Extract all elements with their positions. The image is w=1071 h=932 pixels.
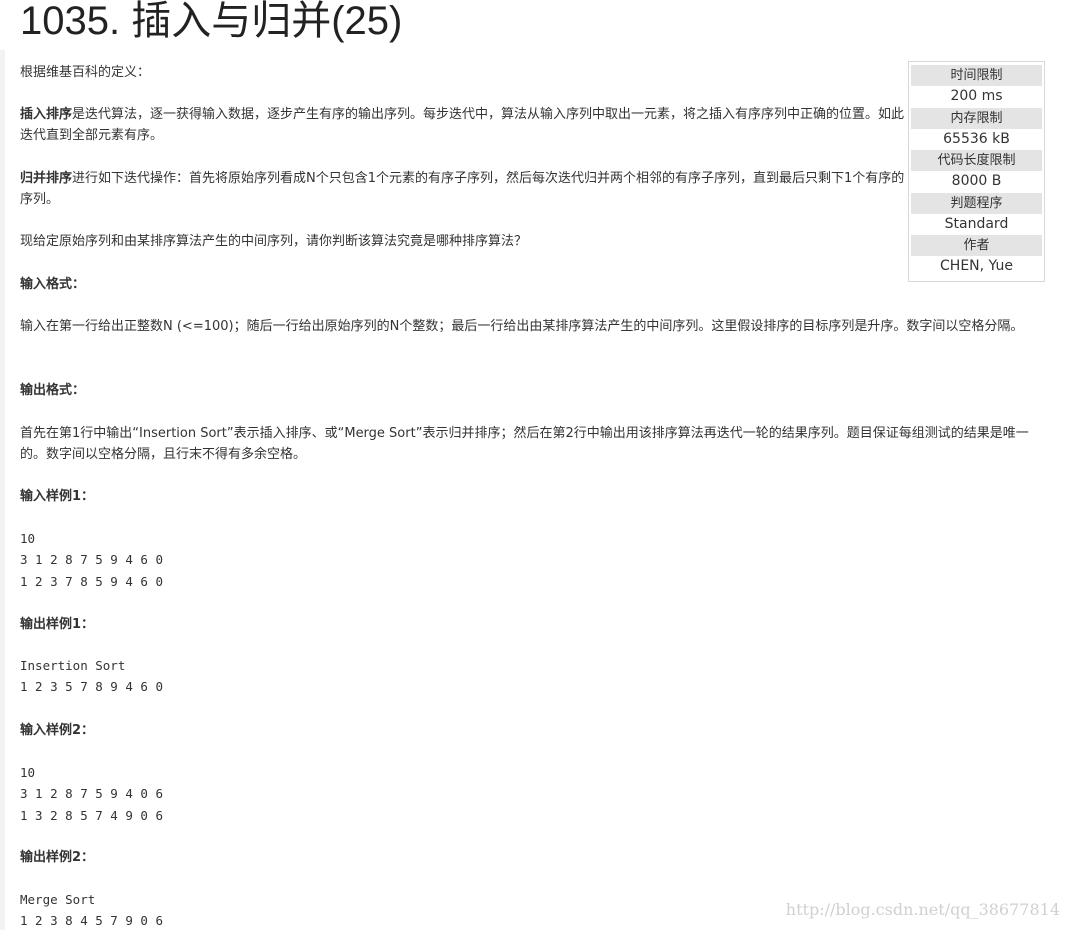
code-line: 3 1 2 8 7 5 9 4 6 0 — [20, 552, 163, 568]
input-format-heading: 输入格式： — [20, 277, 86, 292]
insertion-sort-description: 是迭代算法，逐一获得输入数据，逐步产生有序的输出序列。每步迭代中，算法从输入序列… — [20, 107, 905, 143]
memory-limit-label: 内存限制 — [911, 107, 1042, 129]
input-format-text: 输入在第一行给出正整数N (<=100)；随后一行给出原始序列的N个整数；最后一… — [20, 319, 1024, 334]
judge-value: Standard — [944, 215, 1009, 232]
merge-sort-description: 进行如下迭代操作：首先将原始序列看成N个只包含1个元素的有序子序列，然后每次迭代… — [20, 171, 905, 207]
sample-output-2-heading: 输出样例2： — [20, 850, 95, 865]
merge-sort-term: 归并排序 — [20, 171, 73, 186]
memory-limit-value: 65536 kB — [943, 130, 1010, 147]
page-title: 1035. 插入与归并(25) — [20, 0, 403, 43]
sample-input-1: 10 3 1 2 8 7 5 9 4 6 0 1 2 3 7 8 5 9 4 6 0 — [20, 528, 163, 592]
code-line: 1 2 3 5 7 8 9 4 6 0 — [20, 679, 163, 695]
code-line: 1 3 2 8 5 7 4 9 0 6 — [20, 807, 163, 823]
code-line: Merge Sort — [20, 892, 96, 907]
task-text: 现给定原始序列和由某排序算法产生的中间序列，请你判断该算法究竟是哪种排序算法？ — [20, 234, 528, 249]
code-line: Insertion Sort — [20, 658, 126, 673]
sample-output-2: Merge Sort 1 2 3 8 4 5 7 9 0 6 — [20, 889, 163, 932]
sample-output-1: Insertion Sort 1 2 3 5 7 8 9 4 6 0 — [20, 655, 163, 698]
insertion-sort-term: 插入排序 — [20, 107, 73, 122]
left-border — [0, 50, 5, 930]
time-limit-value: 200 ms — [950, 88, 1003, 104]
code-line: 10 — [20, 531, 36, 546]
sample-output-1-heading: 输出样例1： — [20, 617, 95, 632]
merge-sort-definition: 归并排序进行如下迭代操作：首先将原始序列看成N个只包含1个元素的有序子序列，然后… — [20, 168, 908, 210]
code-line: 1 2 3 8 4 5 7 9 0 6 — [20, 913, 163, 929]
sample-input-2-heading: 输入样例2： — [20, 723, 95, 738]
code-length-value: 8000 B — [951, 173, 1002, 190]
watermark: http://blog.csdn.net/qq_38677814 — [785, 900, 1060, 919]
time-limit-label: 时间限制 — [911, 65, 1042, 86]
author-label: 作者 — [911, 235, 1042, 257]
output-format-heading: 输出格式： — [20, 383, 86, 398]
insertion-sort-definition: 插入排序是迭代算法，逐一获得输入数据，逐步产生有序的输出序列。每步迭代中，算法从… — [20, 104, 910, 146]
sample-input-1-heading: 输入样例1： — [20, 489, 95, 504]
judge-label: 判题程序 — [911, 192, 1042, 214]
output-format-text: 首先在第1行中输出“Insertion Sort”表示插入排序、或“Merge … — [20, 426, 1029, 462]
sample-input-2: 10 3 1 2 8 7 5 9 4 0 6 1 3 2 8 5 7 4 9 0 6 — [20, 762, 163, 826]
code-length-label: 代码长度限制 — [911, 150, 1042, 172]
intro-text: 根据维基百科的定义： — [20, 65, 151, 80]
code-line: 1 2 3 7 8 5 9 4 6 0 — [20, 573, 163, 589]
code-line: 10 — [20, 765, 36, 780]
author-value: CHEN, Yue — [940, 258, 1013, 275]
code-line: 3 1 2 8 7 5 9 4 0 6 — [20, 786, 163, 802]
problem-info-table: 时间限制 200 ms 内存限制 65536 kB 代码长度限制 8000 B … — [908, 61, 1045, 282]
